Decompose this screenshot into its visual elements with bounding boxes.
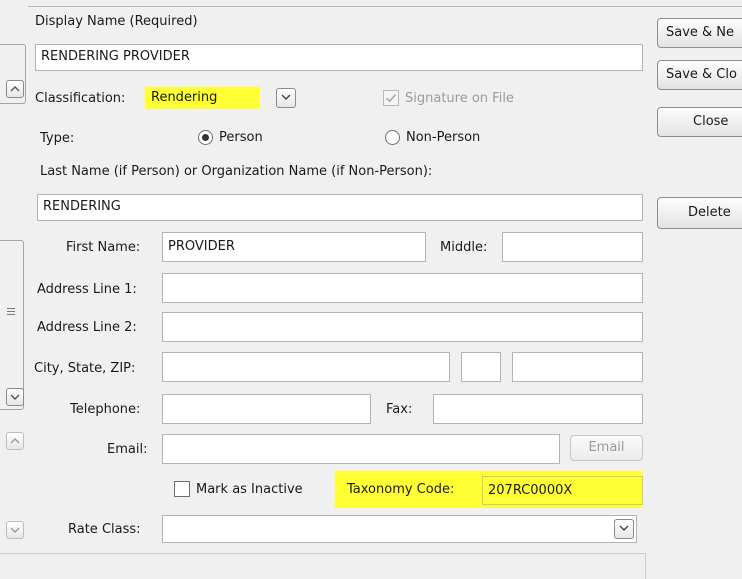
- checkmark-icon: [385, 94, 397, 103]
- first-name-label: First Name:: [66, 240, 141, 255]
- last-name-label: Last Name (if Person) or Organization Na…: [40, 164, 433, 179]
- zip-input[interactable]: [512, 352, 643, 382]
- fax-label: Fax:: [386, 402, 413, 417]
- middle-input[interactable]: [502, 232, 643, 262]
- address-line-1-input[interactable]: [162, 273, 643, 303]
- left-panel-scroll-down-icon-2[interactable]: [6, 521, 24, 539]
- rate-class-label: Rate Class:: [68, 522, 141, 537]
- first-name-input[interactable]: PROVIDER: [162, 232, 426, 262]
- left-panel-scroll-up-icon-2[interactable]: [6, 432, 24, 450]
- mark-inactive-checkbox[interactable]: [174, 481, 190, 497]
- taxonomy-code-input[interactable]: 207RC0000X: [482, 476, 643, 505]
- address-line-2-label: Address Line 2:: [37, 320, 137, 335]
- taxonomy-code-label: Taxonomy Code:: [347, 482, 455, 497]
- rate-class-dropdown-chevron-icon[interactable]: [614, 519, 634, 539]
- city-input[interactable]: [162, 352, 450, 382]
- type-nonperson-radio[interactable]: [385, 130, 400, 145]
- save-new-button[interactable]: Save & Ne: [657, 18, 742, 48]
- top-divider: [28, 6, 742, 7]
- type-person-label: Person: [219, 130, 263, 145]
- middle-label: Middle:: [440, 240, 488, 255]
- type-nonperson-label: Non-Person: [406, 130, 481, 145]
- classification-select[interactable]: Rendering: [145, 87, 260, 109]
- fax-input[interactable]: [433, 394, 643, 424]
- last-name-input[interactable]: RENDERING: [37, 194, 643, 221]
- city-state-zip-label: City, State, ZIP:: [34, 361, 136, 376]
- bottom-status-strip: [0, 553, 646, 579]
- classification-label: Classification:: [35, 91, 126, 106]
- address-line-2-input[interactable]: [162, 312, 643, 342]
- close-button[interactable]: Close: [657, 107, 742, 137]
- email-label: Email:: [107, 442, 148, 457]
- radio-selected-dot: [202, 134, 209, 141]
- left-panel-scroll-down-icon[interactable]: [6, 388, 24, 406]
- display-name-input[interactable]: RENDERING PROVIDER: [35, 44, 643, 71]
- type-label: Type:: [40, 131, 75, 146]
- save-close-button[interactable]: Save & Clo: [657, 60, 742, 90]
- signature-on-file-label: Signature on File: [405, 91, 514, 106]
- classification-dropdown-chevron-icon[interactable]: [276, 88, 296, 108]
- signature-on-file-checkbox[interactable]: [383, 90, 399, 106]
- email-button[interactable]: Email: [570, 435, 643, 461]
- telephone-label: Telephone:: [70, 402, 141, 417]
- rate-class-select[interactable]: [162, 515, 637, 543]
- left-panel-scrollbar[interactable]: [0, 240, 24, 410]
- address-line-1-label: Address Line 1:: [37, 282, 137, 297]
- left-panel-scroll-up-icon[interactable]: [6, 80, 24, 98]
- scroll-grip-icon: [7, 308, 15, 316]
- email-input[interactable]: [162, 434, 560, 464]
- mark-inactive-label: Mark as Inactive: [196, 482, 303, 497]
- display-name-label: Display Name (Required): [35, 14, 198, 29]
- delete-button[interactable]: Delete: [657, 197, 742, 229]
- state-input[interactable]: [461, 352, 501, 382]
- telephone-input[interactable]: [162, 394, 371, 424]
- type-person-radio[interactable]: [198, 130, 213, 145]
